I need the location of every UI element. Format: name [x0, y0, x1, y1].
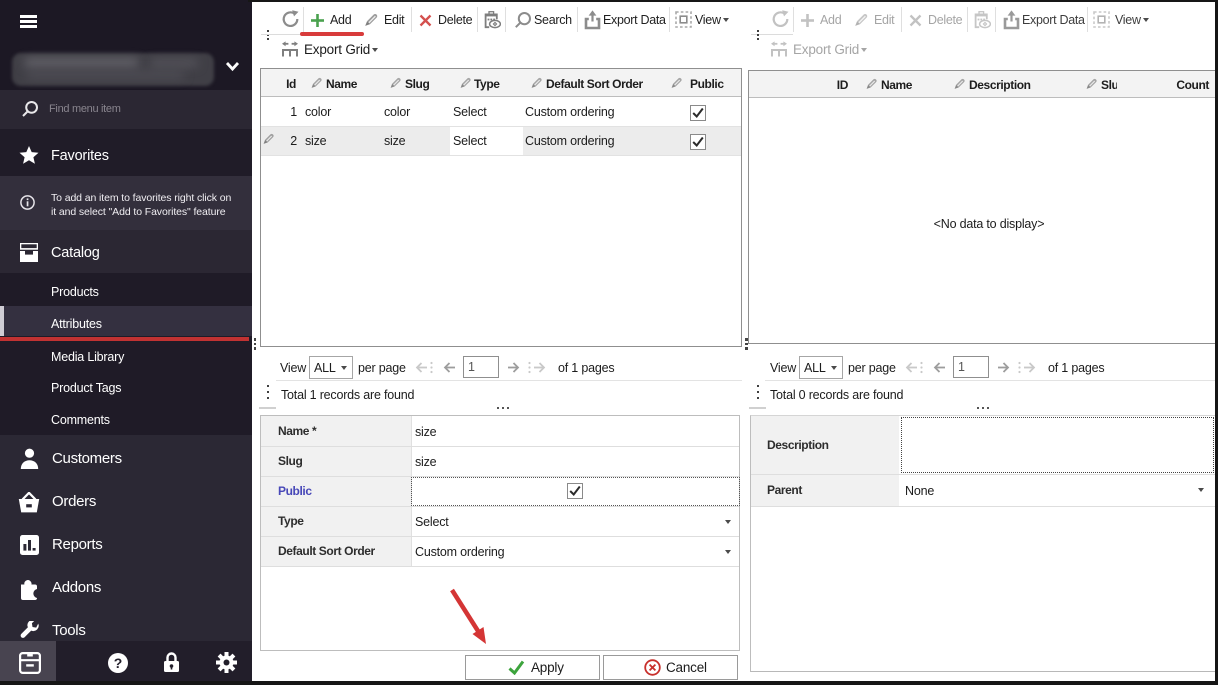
svg-text:?: ? — [114, 655, 123, 671]
